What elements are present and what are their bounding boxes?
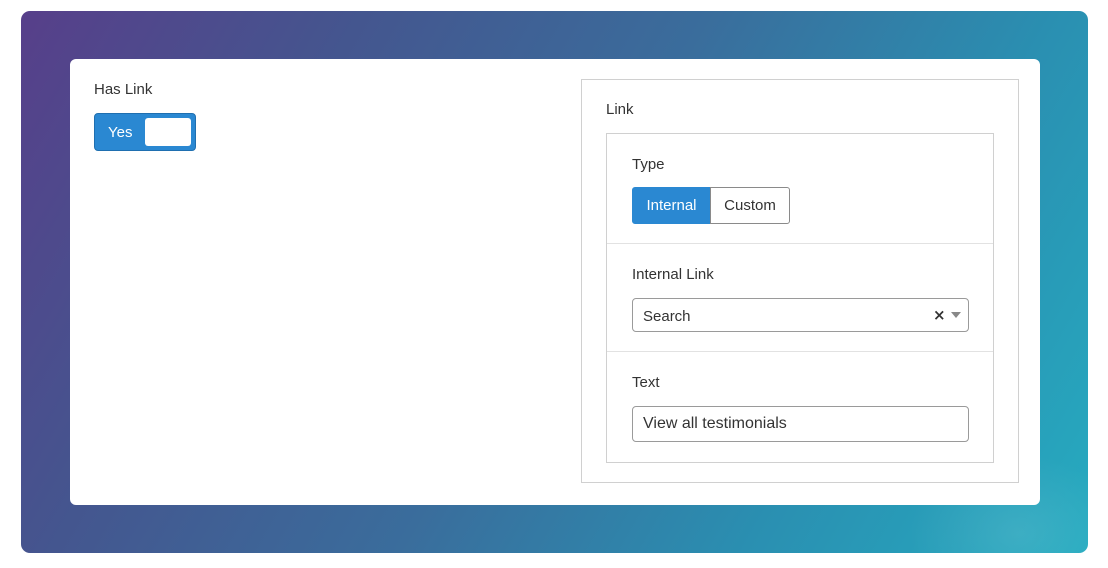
- has-link-label: Has Link: [94, 81, 153, 98]
- chevron-down-icon[interactable]: [951, 312, 961, 318]
- type-label: Type: [632, 156, 665, 173]
- internal-link-label: Internal Link: [632, 266, 714, 283]
- has-link-toggle[interactable]: Yes: [94, 113, 196, 151]
- divider: [607, 243, 993, 244]
- link-label: Link: [606, 101, 634, 118]
- link-text-input[interactable]: [632, 406, 969, 442]
- divider: [607, 351, 993, 352]
- text-label: Text: [632, 374, 660, 391]
- type-custom-button[interactable]: Custom: [710, 187, 790, 224]
- internal-link-select[interactable]: Search ×: [632, 298, 969, 332]
- type-internal-button[interactable]: Internal: [632, 187, 711, 224]
- toggle-label: Yes: [108, 124, 133, 141]
- internal-link-value: Search: [643, 308, 691, 325]
- toggle-knob: [145, 118, 191, 146]
- close-icon[interactable]: ×: [933, 307, 946, 323]
